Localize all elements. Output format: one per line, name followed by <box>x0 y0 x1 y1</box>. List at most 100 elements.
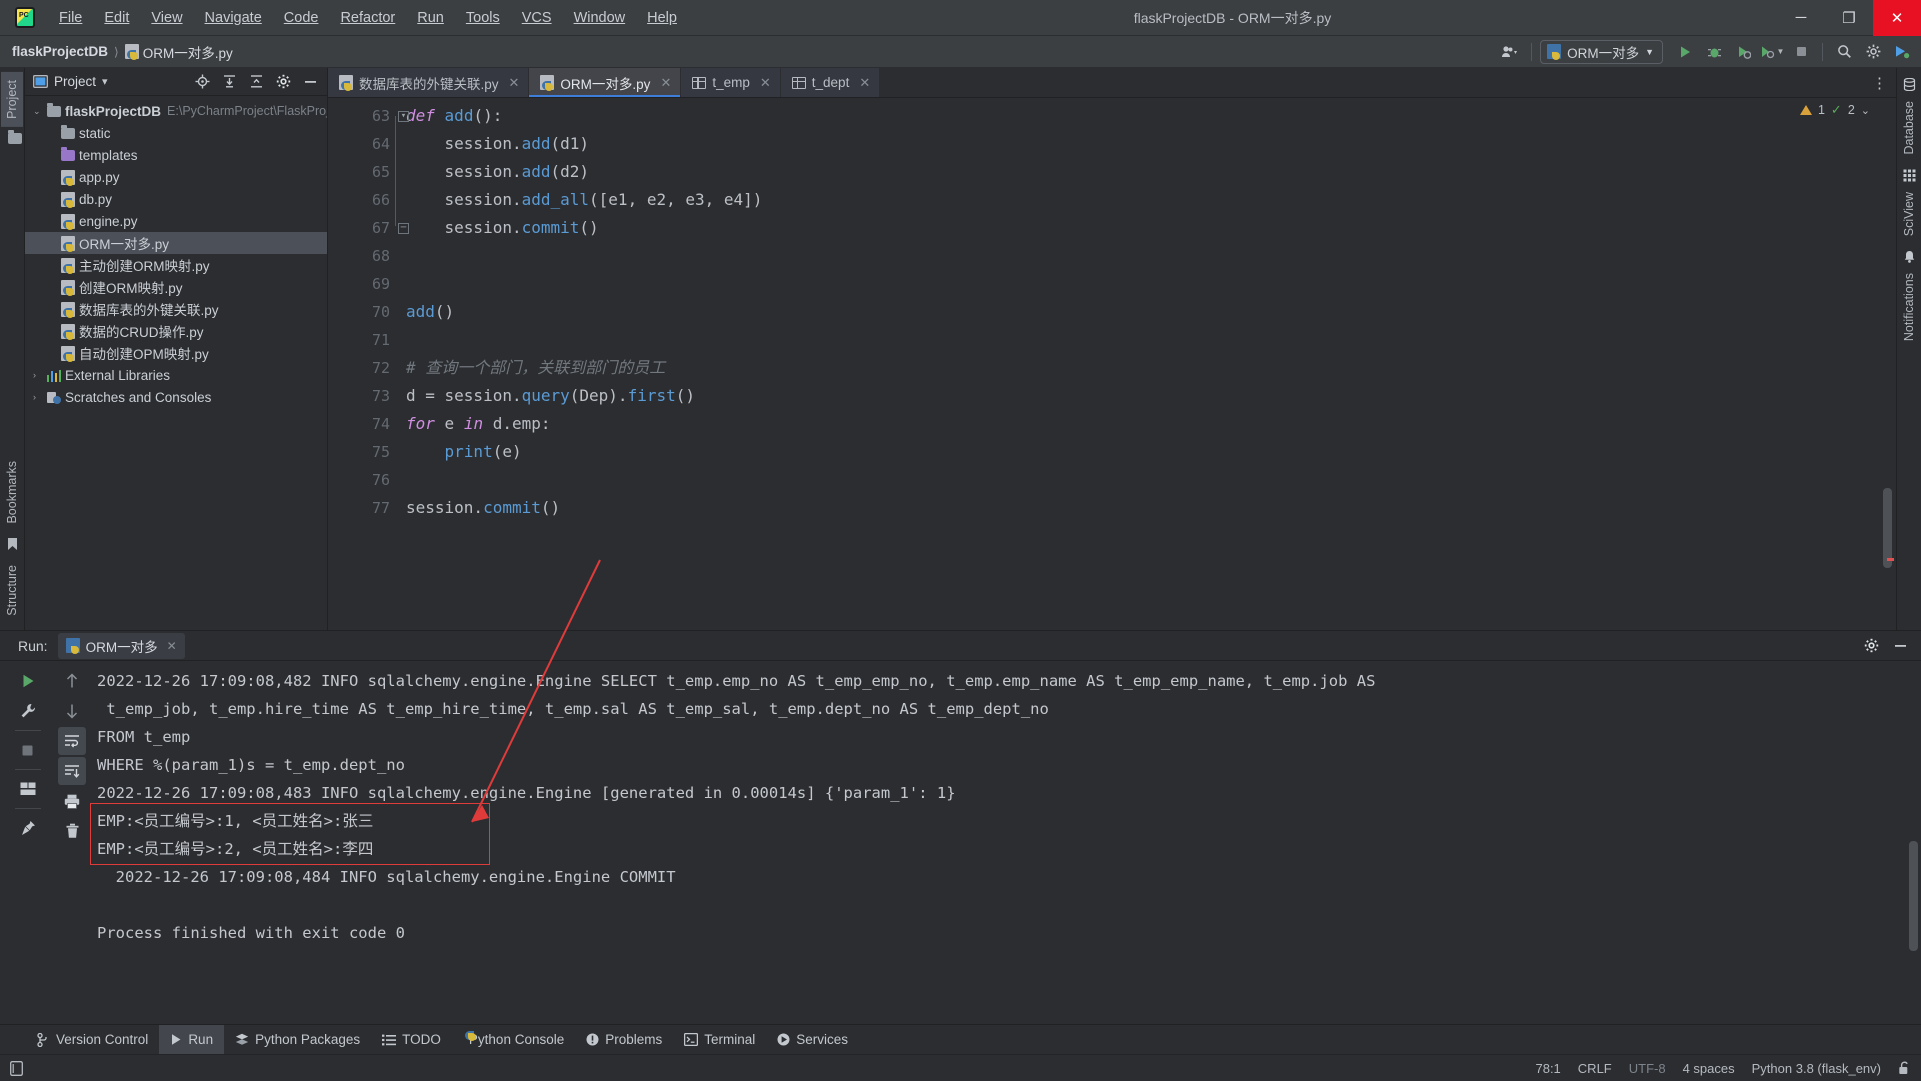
close-icon[interactable]: ✕ <box>509 75 520 91</box>
close-icon[interactable]: ✕ <box>660 75 671 91</box>
tree-item[interactable]: db.py <box>25 188 327 210</box>
ide-widget-icon[interactable] <box>10 1060 23 1076</box>
unlocked-icon[interactable] <box>1898 1061 1911 1075</box>
caret-position[interactable]: 78:1 <box>1535 1061 1560 1076</box>
fold-marker-icon[interactable]: ▾ <box>398 111 409 122</box>
close-icon[interactable]: ✕ <box>760 75 771 91</box>
indent-setting[interactable]: 4 spaces <box>1683 1061 1735 1076</box>
expand-all-icon[interactable] <box>216 70 242 94</box>
editor-tabs-more[interactable]: ⋮ <box>1872 68 1896 97</box>
maximize-button[interactable]: ❐ <box>1825 0 1873 36</box>
error-stripe-mark[interactable] <box>1887 558 1894 561</box>
debug-icon[interactable] <box>1701 40 1727 64</box>
arrow-down-icon[interactable] <box>58 697 86 725</box>
menu-tools[interactable]: Tools <box>455 5 511 31</box>
sidebar-item-database[interactable]: Database <box>1898 93 1920 163</box>
editor-code[interactable]: def add(): session.add(d1) session.add(d… <box>400 98 1874 616</box>
coverage-icon[interactable] <box>1730 40 1756 64</box>
hide-icon[interactable] <box>1887 634 1913 658</box>
updates-icon[interactable] <box>1889 40 1915 64</box>
tree-item[interactable]: static <box>25 122 327 144</box>
inspection-widget[interactable]: 1 ✓ 2 ⌄ <box>1799 102 1870 118</box>
stop-icon[interactable] <box>1788 40 1814 64</box>
menu-file[interactable]: File <box>48 5 93 31</box>
pin-icon[interactable] <box>14 814 42 842</box>
editor-tab[interactable]: 数据库表的外键关联.py ✕ <box>328 68 530 97</box>
tree-item[interactable]: ORM一对多.py <box>25 232 327 254</box>
close-icon[interactable]: ✕ <box>859 75 870 91</box>
settings-icon[interactable] <box>270 70 296 94</box>
bottom-tab-todo[interactable]: TODO <box>371 1025 452 1054</box>
collapse-all-icon[interactable] <box>243 70 269 94</box>
hide-icon[interactable] <box>297 70 323 94</box>
tree-item[interactable]: 主动创建ORM映射.py <box>25 254 327 276</box>
console-scrollbar[interactable] <box>1909 841 1918 951</box>
breadcrumb-file[interactable]: ORM一对多.py <box>124 42 233 62</box>
menu-refactor[interactable]: Refactor <box>329 5 406 31</box>
more-vertical-icon[interactable]: ⋮ <box>1872 74 1888 92</box>
locate-icon[interactable] <box>189 70 215 94</box>
tree-item[interactable]: 创建ORM映射.py <box>25 276 327 298</box>
tree-item[interactable]: › External Libraries <box>25 364 327 386</box>
tree-item[interactable]: › Scratches and Consoles <box>25 386 327 408</box>
profile-icon[interactable]: ▼ <box>1759 40 1785 64</box>
scroll-end-icon[interactable] <box>58 757 86 785</box>
layout-icon[interactable] <box>14 775 42 803</box>
fold-marker-icon[interactable]: ─ <box>398 223 409 234</box>
close-button[interactable]: ✕ <box>1873 0 1921 36</box>
menu-edit[interactable]: Edit <box>93 5 140 31</box>
arrow-up-icon[interactable] <box>58 667 86 695</box>
search-icon[interactable] <box>1831 40 1857 64</box>
rerun-icon[interactable] <box>14 667 42 695</box>
tree-item[interactable]: templates <box>25 144 327 166</box>
stop-icon[interactable] <box>14 736 42 764</box>
chevron-icon[interactable]: › <box>33 392 47 402</box>
editor-gutter[interactable]: 63 ▾ 64 65 66 67 ─ 68 69 70 71 72 73 74 75 76 77 <box>328 98 409 616</box>
python-interpreter[interactable]: Python 3.8 (flask_env) <box>1752 1061 1881 1076</box>
run-icon[interactable] <box>1672 40 1698 64</box>
sidebar-item-bookmarks[interactable]: Bookmarks <box>1 453 23 532</box>
tree-item[interactable]: engine.py <box>25 210 327 232</box>
chevron-icon[interactable]: ⌄ <box>33 106 47 117</box>
run-session-tab[interactable]: ORM一对多 ✕ <box>57 632 185 659</box>
sidebar-item-notifications[interactable]: Notifications <box>1898 265 1920 349</box>
sidebar-item-sciview[interactable]: SciView <box>1898 184 1920 244</box>
bottom-tab-python-console[interactable]: Python Console <box>452 1025 575 1054</box>
bottom-tab-version-control[interactable]: Version Control <box>26 1025 159 1054</box>
bottom-tab-services[interactable]: Services <box>766 1025 859 1054</box>
run-configuration-selector[interactable]: ORM一对多 ▼ <box>1540 39 1663 64</box>
menu-help[interactable]: Help <box>636 5 688 31</box>
settings-icon[interactable] <box>1858 634 1884 658</box>
editor-tab[interactable]: t_emp ✕ <box>681 68 781 97</box>
tree-item[interactable]: 自动创建OPM映射.py <box>25 342 327 364</box>
bottom-tab-python-packages[interactable]: Python Packages <box>224 1025 371 1054</box>
chevron-icon[interactable]: › <box>33 370 47 380</box>
menu-code[interactable]: Code <box>273 5 330 31</box>
chevron-down-icon[interactable]: ⌄ <box>1861 104 1870 117</box>
print-icon[interactable] <box>58 787 86 815</box>
chevron-down-icon[interactable]: ▾ <box>102 75 108 88</box>
menu-view[interactable]: View <box>140 5 193 31</box>
line-separator[interactable]: CRLF <box>1578 1061 1612 1076</box>
menu-window[interactable]: Window <box>563 5 637 31</box>
tree-item[interactable]: 数据的CRUD操作.py <box>25 320 327 342</box>
tree-item[interactable]: 数据库表的外键关联.py <box>25 298 327 320</box>
editor-tab[interactable]: t_dept ✕ <box>780 68 881 97</box>
breadcrumb-project[interactable]: flaskProjectDB <box>12 44 108 59</box>
menu-navigate[interactable]: Navigate <box>194 5 273 31</box>
bottom-tab-run[interactable]: Run <box>159 1025 225 1054</box>
sidebar-item-project[interactable]: Project <box>1 72 23 127</box>
minimize-button[interactable]: ─ <box>1777 0 1825 36</box>
menu-run[interactable]: Run <box>406 5 455 31</box>
trash-icon[interactable] <box>58 817 86 845</box>
bottom-tab-terminal[interactable]: Terminal <box>673 1025 766 1054</box>
editor-scrollbar-area[interactable]: 1 ✓ 2 ⌄ <box>1799 98 1896 616</box>
editor-tab[interactable]: ORM一对多.py ✕ <box>529 68 682 97</box>
tree-item[interactable]: ⌄ flaskProjectDB E:\PyCharmProject\FlaskPr… <box>25 100 327 122</box>
account-icon[interactable] <box>1497 40 1523 64</box>
bottom-tab-problems[interactable]: Problems <box>575 1025 673 1054</box>
file-encoding[interactable]: UTF-8 <box>1629 1061 1666 1076</box>
close-icon[interactable]: ✕ <box>167 639 177 653</box>
wrench-icon[interactable] <box>14 697 42 725</box>
settings-icon[interactable] <box>1860 40 1886 64</box>
